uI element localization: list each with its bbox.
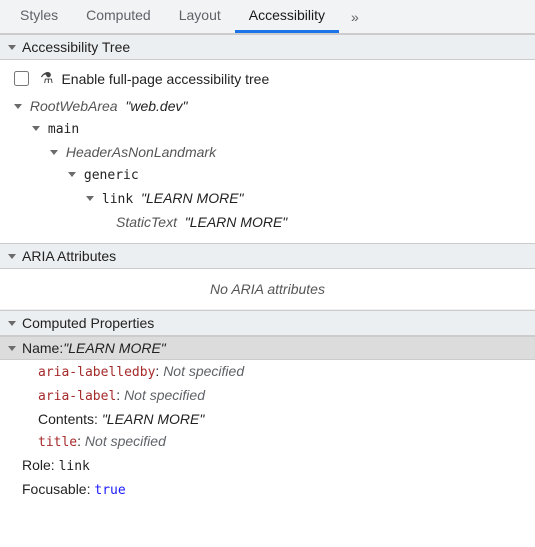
tab-computed[interactable]: Computed	[72, 0, 165, 33]
prop-title: title: Not specified	[10, 430, 525, 454]
attr-value: Not specified	[124, 387, 205, 403]
tree-node-statictext[interactable]: StaticText "LEARN MORE"	[104, 211, 525, 233]
section-header-computed[interactable]: Computed Properties	[0, 310, 535, 336]
accessibility-tree: RootWebArea "web.dev" main HeaderAsNonLa…	[10, 95, 525, 233]
tree-node-link[interactable]: link "LEARN MORE" StaticText "LEARN MORE…	[86, 187, 525, 233]
tree-role: link	[102, 192, 133, 207]
enable-fullpage-row: ⚗ Enable full-page accessibility tree	[10, 66, 525, 95]
chevron-down-icon	[8, 321, 16, 326]
enable-fullpage-label: Enable full-page accessibility tree	[61, 71, 269, 87]
tree-node-main[interactable]: main HeaderAsNonLandmark generic	[32, 117, 525, 233]
chevron-down-icon	[68, 172, 76, 177]
accessibility-tree-panel: ⚗ Enable full-page accessibility tree Ro…	[0, 60, 535, 243]
tab-accessibility[interactable]: Accessibility	[235, 0, 339, 33]
prop-focusable: Focusable: true	[10, 478, 525, 502]
attr-name: aria-labelledby	[38, 365, 155, 380]
attr-value: link	[59, 459, 90, 474]
tree-role: HeaderAsNonLandmark	[66, 144, 216, 160]
attr-value: true	[94, 483, 125, 498]
section-header-accessibility-tree[interactable]: Accessibility Tree	[0, 34, 535, 60]
tree-name: "LEARN MORE"	[185, 214, 288, 230]
computed-name-label: Name:	[22, 340, 63, 356]
attr-name: Contents:	[38, 411, 102, 427]
chevron-down-icon	[8, 254, 16, 259]
attr-name: Focusable:	[22, 481, 94, 497]
chevron-down-icon	[14, 104, 22, 109]
flask-icon: ⚗	[40, 71, 53, 86]
attr-name: aria-label	[38, 389, 116, 404]
computed-name-row[interactable]: Name: "LEARN MORE"	[0, 336, 535, 360]
prop-contents: Contents: "LEARN MORE"	[10, 408, 525, 430]
chevron-down-icon	[86, 196, 94, 201]
chevron-down-icon	[50, 150, 58, 155]
tree-role: StaticText	[116, 214, 177, 230]
attr-name: Role:	[22, 457, 59, 473]
tree-role: RootWebArea	[30, 98, 118, 114]
enable-fullpage-checkbox[interactable]	[14, 71, 29, 86]
chevron-down-icon	[8, 346, 16, 351]
aria-empty-message: No ARIA attributes	[0, 269, 535, 310]
chevron-down-icon	[32, 126, 40, 131]
tree-role: generic	[84, 168, 139, 183]
tab-styles[interactable]: Styles	[6, 0, 72, 33]
attr-name: title	[38, 435, 77, 450]
attr-value: "LEARN MORE"	[102, 411, 205, 427]
devtools-tabs: Styles Computed Layout Accessibility »	[0, 0, 535, 34]
tabs-overflow-button[interactable]: »	[343, 9, 367, 25]
prop-aria-label: aria-label: Not specified	[10, 384, 525, 408]
attr-value: Not specified	[163, 363, 244, 379]
section-title: Accessibility Tree	[22, 39, 130, 55]
attr-value: Not specified	[85, 433, 166, 449]
tab-layout[interactable]: Layout	[165, 0, 235, 33]
tree-node-rootwebarea[interactable]: RootWebArea "web.dev" main HeaderAsNonLa…	[14, 95, 525, 233]
prop-aria-labelledby: aria-labelledby: Not specified	[10, 360, 525, 384]
chevron-down-icon	[8, 45, 16, 50]
tree-node-generic[interactable]: generic link "LEARN MORE"	[68, 163, 525, 233]
tree-role: main	[48, 122, 79, 137]
section-title: ARIA Attributes	[22, 248, 116, 264]
computed-name-value: "LEARN MORE"	[63, 340, 166, 356]
tree-name: "LEARN MORE"	[141, 190, 244, 206]
prop-role: Role: link	[10, 454, 525, 478]
tree-node-header[interactable]: HeaderAsNonLandmark generic li	[50, 141, 525, 233]
section-header-aria[interactable]: ARIA Attributes	[0, 243, 535, 269]
section-title: Computed Properties	[22, 315, 154, 331]
computed-properties-list: aria-labelledby: Not specified aria-labe…	[0, 360, 535, 510]
